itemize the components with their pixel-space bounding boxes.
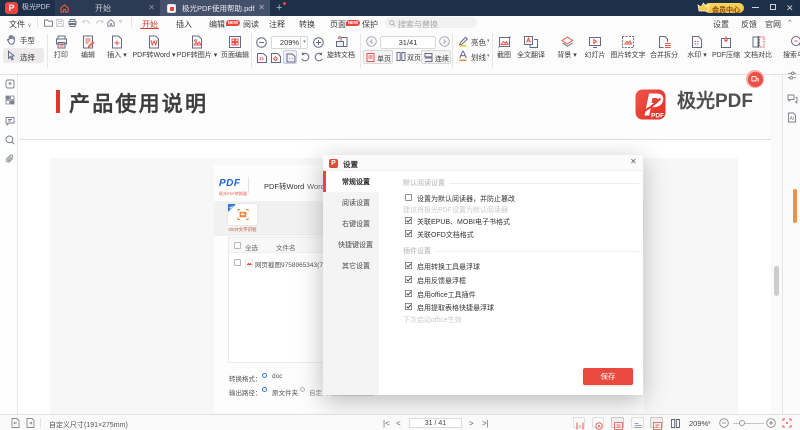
- svg-text:AI: AI: [790, 116, 795, 122]
- svg-text:PDF: PDF: [651, 113, 664, 120]
